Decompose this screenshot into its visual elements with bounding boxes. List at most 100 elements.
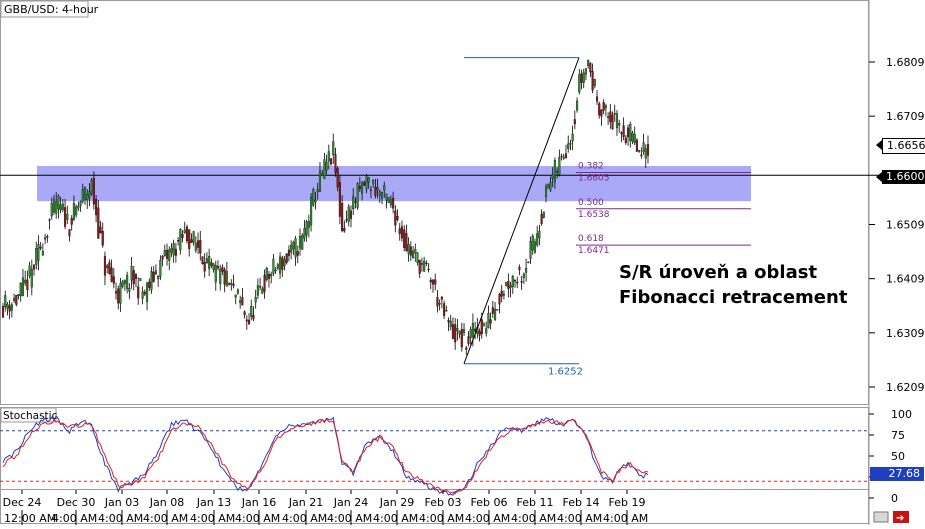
candle-body (549, 182, 552, 191)
candle-body (92, 177, 95, 205)
candle-body (134, 274, 138, 279)
candle-body (624, 137, 627, 143)
candle-body (13, 298, 16, 301)
candle-body (185, 226, 189, 242)
candle-body (392, 198, 395, 209)
candle-body (423, 260, 426, 272)
candle-body (431, 279, 435, 285)
candle-body (607, 116, 610, 118)
candle-body (412, 250, 415, 259)
candle-body (580, 73, 583, 83)
time-tick-time: 12:00 AM (4, 512, 56, 525)
candle-body (265, 268, 268, 280)
price-tick-label: 1.6709 (886, 110, 925, 123)
candle-body (416, 252, 419, 263)
candle-body (582, 72, 585, 83)
time-tick-label: Jan 21 (288, 496, 323, 509)
candle-body (161, 255, 164, 260)
scroll-bar-button[interactable] (873, 511, 889, 523)
candle-body (199, 240, 202, 254)
time-tick-label: Jan 29 (379, 496, 414, 509)
candle-body (429, 279, 432, 283)
annotation-line-2: Fibonacci retracement (619, 287, 848, 308)
candle-body (26, 279, 29, 291)
candle-body (611, 114, 614, 130)
candle-body (137, 286, 140, 299)
candle-body (361, 181, 364, 194)
candle-body (254, 297, 257, 303)
candle-body (449, 320, 452, 327)
candle-body (372, 180, 375, 184)
candle-body (170, 247, 173, 253)
candle-body (285, 253, 288, 263)
price-tick-label: 1.6209 (886, 381, 925, 394)
candle-body (633, 134, 636, 144)
last-price-label: 1.6656 (887, 139, 925, 152)
time-tick-label: Feb 11 (517, 496, 554, 509)
annotation-line-1: S/R úroveň a oblast (619, 262, 817, 283)
stoch-tick-label: 75 (891, 429, 905, 442)
time-tick-time: 4:00 AM (282, 512, 327, 525)
time-tick-time: 4:00 AM (190, 512, 235, 525)
candle-body (310, 196, 313, 226)
candle-body (571, 133, 574, 142)
candle-body (336, 168, 339, 188)
candle-body (622, 125, 625, 137)
candle-body (305, 221, 308, 236)
candle-body (234, 294, 237, 298)
candle-body (106, 265, 109, 269)
candle-body (123, 280, 126, 284)
candle-body (518, 266, 521, 271)
price-tick-label: 1.6509 (886, 219, 925, 232)
time-tick-label: Feb 06 (471, 496, 508, 509)
candle-body (443, 303, 446, 316)
candle-body (489, 319, 492, 324)
candle-body (396, 216, 399, 220)
candle-body (374, 186, 377, 196)
time-tick-label: Feb 03 (425, 496, 462, 509)
candle-body (347, 206, 350, 222)
arrow-right-icon: ➔ (896, 513, 904, 524)
time-tick-time: 4:00 AM (143, 512, 188, 525)
candle-body (112, 276, 115, 284)
candle-body (17, 294, 20, 296)
candle-body (380, 192, 384, 199)
sr-zone (37, 166, 751, 202)
candle-body (425, 262, 428, 265)
candle-body (600, 109, 603, 117)
candle-body (243, 311, 246, 315)
time-tick-label: Dec 30 (57, 496, 96, 509)
candle-body (290, 244, 293, 253)
fib-price-label: 1.6605 (578, 174, 610, 184)
fib-ratio-label: 0.618 (578, 234, 604, 244)
candle-body (480, 319, 483, 335)
candle-body (279, 256, 282, 274)
candle-body (121, 281, 124, 287)
stoch-value-badge: 27.68 (870, 467, 924, 481)
candle-body (620, 132, 623, 134)
stoch-tick-label: 0 (891, 492, 898, 505)
candle-body (303, 227, 306, 239)
candle-body (389, 199, 392, 206)
candle-body (35, 248, 38, 265)
candle-body (642, 142, 645, 153)
candle-body (618, 123, 621, 126)
candle-body (19, 282, 22, 296)
candle-body (398, 228, 401, 234)
candle-body (301, 235, 304, 250)
candle-body (578, 74, 581, 93)
candle-body (126, 274, 129, 289)
candle-body (197, 240, 200, 248)
swing-low-label: 1.6252 (548, 367, 583, 378)
candle-body (640, 154, 643, 157)
candle-body (32, 264, 36, 270)
candle-body (245, 319, 248, 322)
candle-body (491, 307, 494, 314)
candle-body (296, 251, 299, 256)
time-tick-label: Feb 19 (609, 496, 646, 509)
candle-body (494, 308, 497, 320)
time-tick-time: 4:00 AM (373, 512, 418, 525)
candle-body (48, 219, 51, 221)
candle-body (500, 290, 503, 297)
candle-body (358, 186, 361, 190)
